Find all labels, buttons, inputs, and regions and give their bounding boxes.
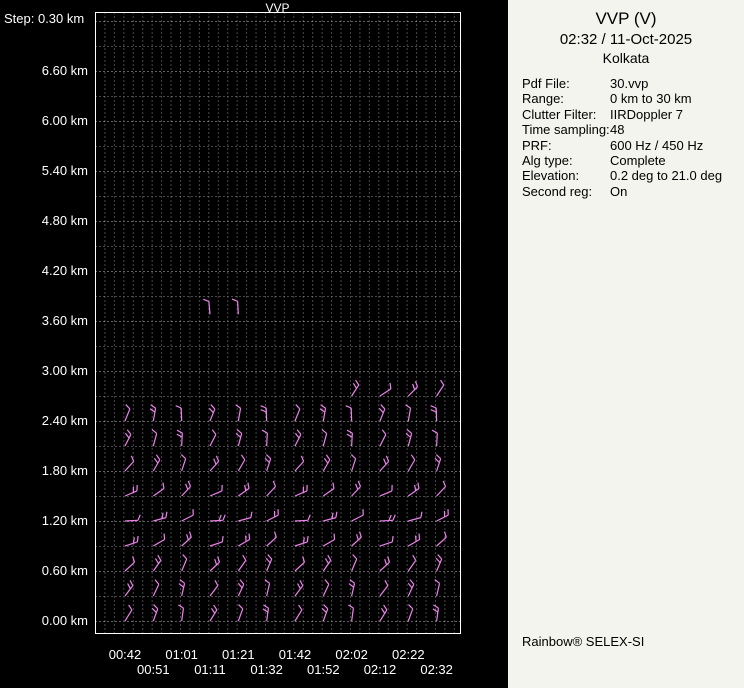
info-field-row: Elevation:0.2 deg to 21.0 deg — [522, 168, 744, 183]
field-value: 600 Hz / 450 Hz — [610, 138, 703, 153]
x-axis-label: 02:02 — [324, 647, 380, 662]
panel-title: VVP (V) — [508, 9, 744, 29]
x-axis-label: 01:01 — [154, 647, 210, 662]
field-label: Range: — [522, 91, 610, 106]
x-axis-label: 02:22 — [380, 647, 436, 662]
x-axis-label: 02:12 — [352, 662, 408, 677]
info-field-row: Time sampling:48 — [522, 122, 744, 137]
field-label: Second reg: — [522, 184, 610, 199]
plot-canvas — [0, 0, 508, 688]
x-axis-label: 01:42 — [267, 647, 323, 662]
field-value: Complete — [610, 153, 666, 168]
y-axis-label: 1.20 km — [0, 513, 88, 528]
x-axis-label: 01:52 — [295, 662, 351, 677]
info-field-row: Clutter Filter:IIRDoppler 7 — [522, 107, 744, 122]
field-label: Elevation: — [522, 168, 610, 183]
y-axis-label: 5.40 km — [0, 163, 88, 178]
y-axis-label: 1.80 km — [0, 463, 88, 478]
y-axis-label: 4.80 km — [0, 213, 88, 228]
field-value: 0.2 deg to 21.0 deg — [610, 168, 722, 183]
y-axis-label: 6.60 km — [0, 63, 88, 78]
field-value: 48 — [610, 122, 624, 137]
y-axis-label: 6.00 km — [0, 113, 88, 128]
y-axis-label: 3.00 km — [0, 363, 88, 378]
field-value: 0 km to 30 km — [610, 91, 692, 106]
y-axis-label: 0.60 km — [0, 563, 88, 578]
field-label: Clutter Filter: — [522, 107, 610, 122]
y-axis-label: 2.40 km — [0, 413, 88, 428]
info-fields: Pdf File:30.vvpRange:0 km to 30 kmClutte… — [522, 76, 744, 199]
y-axis-label: 4.20 km — [0, 263, 88, 278]
field-value: On — [610, 184, 627, 199]
x-axis-label: 00:51 — [125, 662, 181, 677]
x-axis-label: 02:32 — [409, 662, 465, 677]
field-value: 30.vvp — [610, 76, 648, 91]
plot-border — [96, 13, 461, 634]
x-axis-label: 01:21 — [210, 647, 266, 662]
y-axis-label: 0.00 km — [0, 613, 88, 628]
panel-site: Kolkata — [508, 50, 744, 66]
field-label: Time sampling: — [522, 122, 610, 137]
field-label: Alg type: — [522, 153, 610, 168]
info-field-row: PRF:600 Hz / 450 Hz — [522, 138, 744, 153]
panel-datetime: 02:32 / 11-Oct-2025 — [508, 31, 744, 48]
field-value: IIRDoppler 7 — [610, 107, 683, 122]
x-axis-label: 01:32 — [239, 662, 295, 677]
x-axis-label: 00:42 — [97, 647, 153, 662]
field-label: PRF: — [522, 138, 610, 153]
x-axis-label: 01:11 — [182, 662, 238, 677]
field-label: Pdf File: — [522, 76, 610, 91]
info-field-row: Range:0 km to 30 km — [522, 91, 744, 106]
info-field-row: Second reg:On — [522, 184, 744, 199]
info-field-row: Alg type:Complete — [522, 153, 744, 168]
info-panel: VVP (V) 02:32 / 11-Oct-2025 Kolkata Pdf … — [508, 0, 744, 688]
vvp-window: VVP Step: 0.30 km 6.60 km6.00 km5.40 km4… — [0, 0, 744, 688]
info-field-row: Pdf File:30.vvp — [522, 76, 744, 91]
brand-footer: Rainbow® SELEX-SI — [522, 634, 644, 649]
wind-profile-chart: VVP Step: 0.30 km 6.60 km6.00 km5.40 km4… — [0, 0, 508, 688]
y-axis-label: 3.60 km — [0, 313, 88, 328]
